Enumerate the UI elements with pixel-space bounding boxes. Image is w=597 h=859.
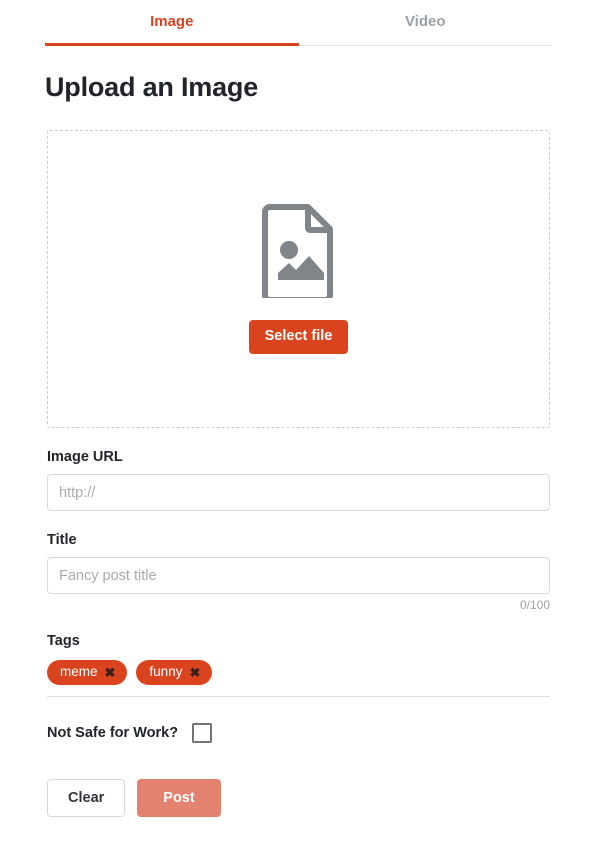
form-actions: Clear Post	[47, 779, 550, 817]
upload-page: Image Video Upload an Image Select file …	[0, 0, 597, 859]
tag-chip: funny ✖	[136, 660, 213, 685]
tag-chip: meme ✖	[47, 660, 128, 685]
tag-label: funny	[149, 664, 183, 680]
image-file-icon	[261, 204, 336, 304]
nsfw-field-group: Not Safe for Work?	[47, 723, 550, 743]
upload-form: Image URL Title 0/100 Tags meme ✖ funny …	[47, 449, 550, 817]
tab-video[interactable]: Video	[299, 0, 553, 45]
file-dropzone[interactable]: Select file	[47, 130, 550, 428]
image-url-field-group: Image URL	[47, 449, 550, 511]
select-file-button[interactable]: Select file	[248, 320, 349, 354]
post-button[interactable]: Post	[137, 779, 221, 817]
image-url-input[interactable]	[47, 474, 550, 511]
title-label: Title	[47, 532, 77, 548]
tab-bar: Image Video	[45, 0, 552, 46]
tags-field-group: Tags meme ✖ funny ✖	[47, 633, 550, 697]
title-input[interactable]	[47, 557, 550, 594]
tab-video-label: Video	[404, 13, 446, 30]
image-url-label: Image URL	[47, 449, 123, 465]
clear-button[interactable]: Clear	[47, 779, 126, 817]
page-title: Upload an Image	[45, 72, 259, 102]
tags-input[interactable]: meme ✖ funny ✖	[47, 658, 550, 697]
close-icon[interactable]: ✖	[189, 666, 200, 679]
title-field-group: Title 0/100	[47, 532, 550, 612]
close-icon[interactable]: ✖	[105, 666, 116, 679]
tag-label: meme	[60, 664, 98, 680]
tags-label: Tags	[47, 633, 80, 649]
tab-image[interactable]: Image	[45, 0, 299, 46]
nsfw-checkbox[interactable]	[192, 723, 213, 743]
nsfw-label: Not Safe for Work?	[47, 725, 179, 741]
title-character-counter: 0/100	[519, 598, 550, 612]
tab-image-label: Image	[150, 13, 194, 30]
